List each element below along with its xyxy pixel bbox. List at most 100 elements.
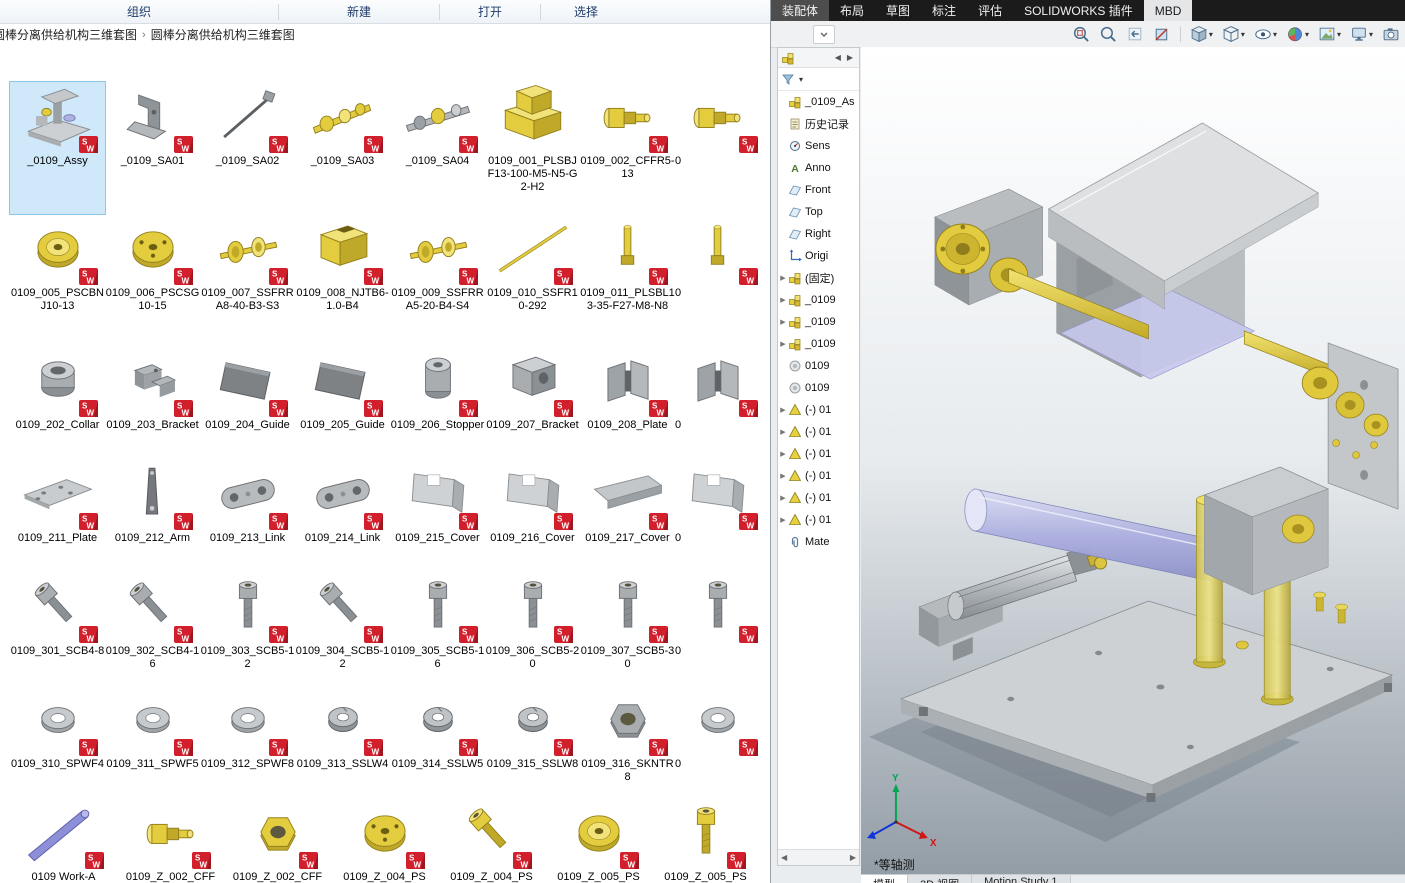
expand-arrow-icon[interactable]: ▶ xyxy=(778,406,788,414)
expand-arrow-icon[interactable]: ▶ xyxy=(778,428,788,436)
camera-icon[interactable] xyxy=(1382,25,1400,43)
file-item[interactable]: SW0109_302_SCB4-16 xyxy=(105,572,200,685)
expand-arrow-icon[interactable]: ▶ xyxy=(778,494,788,502)
file-item[interactable]: SW0109_214_Link xyxy=(295,459,390,572)
file-item[interactable]: SW0109_005_PSCBNJ10-13 xyxy=(10,214,105,346)
ribbon-tab-6[interactable]: MBD xyxy=(1144,0,1193,21)
expand-arrow-icon[interactable]: ▶ xyxy=(778,472,788,480)
file-item[interactable]: SW0109_204_Guide xyxy=(200,346,295,459)
tree-item-9[interactable]: ▶_0109 xyxy=(778,289,859,311)
file-item[interactable]: SW0109_Z_005_PS xyxy=(652,798,759,883)
file-item[interactable]: SW0 xyxy=(675,82,770,214)
file-item[interactable]: SW0 xyxy=(675,459,770,572)
expand-arrow-icon[interactable]: ▶ xyxy=(778,274,788,282)
tree-item-15[interactable]: ▶(-) 01 xyxy=(778,421,859,443)
ribbon-tab-5[interactable]: SOLIDWORKS 插件 xyxy=(1013,0,1144,21)
tree-item-17[interactable]: ▶(-) 01 xyxy=(778,465,859,487)
ribbon-tab-0[interactable]: 装配体 xyxy=(771,0,829,21)
file-item[interactable]: SW0109_Z_002_CFF xyxy=(117,798,224,883)
file-item[interactable]: SW0 xyxy=(675,214,770,346)
breadcrumb-item-1[interactable]: 圆棒分离供给机构三维套图 xyxy=(146,26,300,43)
file-item[interactable]: SW0109_011_PLSBL13-35-F27-M8-N8 xyxy=(580,214,675,346)
edit-appearance-icon[interactable]: ▾ xyxy=(1286,25,1309,43)
file-item[interactable]: SW0109_310_SPWF4 xyxy=(10,685,105,798)
expand-arrow-icon[interactable]: ▶ xyxy=(778,340,788,348)
file-item[interactable]: SW0109_Z_004_PS xyxy=(331,798,438,883)
file-item[interactable]: SW0109_316_SKNTR8 xyxy=(580,685,675,798)
toolbar-item-1[interactable]: 新建 xyxy=(279,0,439,23)
file-item[interactable]: SW_0109_SA03 xyxy=(295,82,390,214)
tree-item-18[interactable]: ▶(-) 01 xyxy=(778,487,859,509)
file-item[interactable]: SW0109_305_SCB5-16 xyxy=(390,572,485,685)
scroll-left-icon[interactable]: ◀ xyxy=(781,853,787,862)
graphics-viewport[interactable]: Y X Z *等轴测 xyxy=(861,47,1405,875)
file-item[interactable]: SW0109_202_Collar xyxy=(10,346,105,459)
file-item[interactable]: SW0109_315_SSLW8 xyxy=(485,685,580,798)
toolbar-item-3[interactable]: 选择 xyxy=(541,0,631,23)
file-item[interactable]: SW0109_301_SCB4-8 xyxy=(10,572,105,685)
ribbon-tab-4[interactable]: 评估 xyxy=(967,0,1013,21)
file-item[interactable]: SW0109_009_SSFRRA5-20-B4-S4 xyxy=(390,214,485,346)
file-item[interactable]: SW0 xyxy=(675,346,770,459)
ribbon-tab-1[interactable]: 布局 xyxy=(829,0,875,21)
file-item[interactable]: SW_0109_SA01 xyxy=(105,82,200,214)
model-tab-0[interactable]: 模型 xyxy=(861,875,908,883)
tree-item-13[interactable]: 0109 xyxy=(778,377,859,399)
file-item[interactable]: SW0109_205_Guide xyxy=(295,346,390,459)
tree-item-1[interactable]: 历史记录 xyxy=(778,113,859,135)
ribbon-tab-3[interactable]: 标注 xyxy=(921,0,967,21)
file-item[interactable]: SW0109_304_SCB5-12 xyxy=(295,572,390,685)
breadcrumb-item-0[interactable]: 圆棒分离供给机构三维套图 xyxy=(0,26,142,43)
file-item[interactable]: SW0109_213_Link xyxy=(200,459,295,572)
expand-arrow-icon[interactable]: ▶ xyxy=(778,516,788,524)
file-item[interactable]: SW0109 Work-A xyxy=(10,798,117,883)
file-item[interactable]: SW_0109_SA04 xyxy=(390,82,485,214)
scroll-right-icon[interactable]: ▶ xyxy=(850,853,856,862)
file-item[interactable]: SW0109_Z_004_PS xyxy=(438,798,545,883)
file-item[interactable]: SW0109_306_SCB5-20 xyxy=(485,572,580,685)
tree-item-6[interactable]: Right xyxy=(778,223,859,245)
file-item[interactable]: 0109_001_PLSBJF13-100-M5-N5-G2-H2 xyxy=(485,82,580,214)
file-item[interactable]: SW0109_314_SSLW5 xyxy=(390,685,485,798)
zoom-area-icon[interactable] xyxy=(1099,25,1117,43)
file-item[interactable]: SW0109_312_SPWF8 xyxy=(200,685,295,798)
tree-item-20[interactable]: Mate xyxy=(778,531,859,553)
file-item[interactable]: SW0 xyxy=(675,685,770,798)
tree-item-16[interactable]: ▶(-) 01 xyxy=(778,443,859,465)
pane-right-arrow-icon[interactable]: ▶ xyxy=(844,53,856,62)
file-item[interactable]: SW_0109_SA02 xyxy=(200,82,295,214)
tree-item-3[interactable]: AAnno xyxy=(778,157,859,179)
feature-manager-tab-icon[interactable] xyxy=(781,51,796,65)
tree-item-10[interactable]: ▶_0109 xyxy=(778,311,859,333)
file-item[interactable]: SW0109_208_Plate xyxy=(580,346,675,459)
previous-view-icon[interactable] xyxy=(1126,25,1144,43)
model-tab-1[interactable]: 3D 视图 xyxy=(908,875,972,883)
view-settings-icon[interactable]: ▾ xyxy=(1350,25,1373,43)
file-item[interactable]: SW_0109_Assy xyxy=(10,82,105,214)
file-item[interactable]: SW0109_216_Cover xyxy=(485,459,580,572)
file-item[interactable]: SW0109_006_PSCSG10-15 xyxy=(105,214,200,346)
file-item[interactable]: SW0109_008_NJTB6-1.0-B4 xyxy=(295,214,390,346)
tree-item-4[interactable]: Front xyxy=(778,179,859,201)
expand-arrow-icon[interactable]: ▶ xyxy=(778,450,788,458)
file-item[interactable]: SW0109_Z_002_CFF xyxy=(224,798,331,883)
file-item[interactable]: SW0109_010_SSFR10-292 xyxy=(485,214,580,346)
file-item[interactable]: SW0109_206_Stopper xyxy=(390,346,485,459)
display-style-icon[interactable]: ▾ xyxy=(1222,25,1245,43)
file-item[interactable]: SW0109_007_SSFRRA8-40-B3-S3 xyxy=(200,214,295,346)
file-item[interactable]: SW0109_002_CFFR5-13 xyxy=(580,82,675,214)
tree-item-7[interactable]: Origi xyxy=(778,245,859,267)
pane-left-arrow-icon[interactable]: ◀ xyxy=(832,53,844,62)
tree-item-0[interactable]: _0109_As xyxy=(778,91,859,113)
toolbar-item-0[interactable]: 组织 xyxy=(0,0,278,23)
file-item[interactable]: SW0109_307_SCB5-30 xyxy=(580,572,675,685)
zoom-fit-icon[interactable] xyxy=(1072,25,1090,43)
model-tab-2[interactable]: Motion Study 1 xyxy=(972,875,1070,883)
file-item[interactable]: SW0109_215_Cover xyxy=(390,459,485,572)
assembly-3d-view[interactable]: Y X Z xyxy=(861,47,1405,875)
file-item[interactable]: SW0109_203_Bracket xyxy=(105,346,200,459)
file-item[interactable]: SW0109_311_SPWF5 xyxy=(105,685,200,798)
ribbon-pin-icon[interactable] xyxy=(813,25,835,44)
tree-item-2[interactable]: Sens xyxy=(778,135,859,157)
expand-arrow-icon[interactable]: ▶ xyxy=(778,318,788,326)
